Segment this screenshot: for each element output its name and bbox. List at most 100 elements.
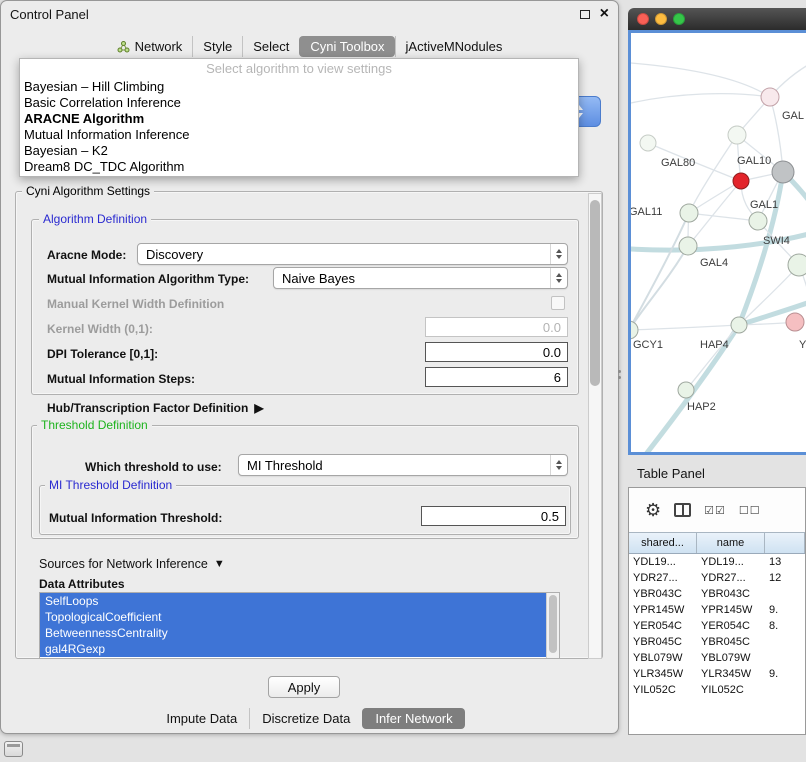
hub-section-toggle[interactable]: Hub/Transcription Factor Definition ▶ (47, 401, 264, 415)
dropdown-item[interactable]: Bayesian – K2 (20, 143, 578, 159)
network-canvas[interactable]: GAL GAL80 GAL10 GAL11 GAL1 SWI4 GAL4 GCY… (628, 30, 806, 455)
table-row[interactable]: YDR27... YDR27... 12 (629, 570, 805, 586)
network-window-titlebar[interactable] (628, 8, 806, 30)
dropdown-placeholder: Select algorithm to view settings (20, 59, 578, 79)
mi-algorithm-type-select[interactable]: Naive Bayes (273, 267, 568, 289)
node[interactable] (786, 313, 804, 331)
cell: YDL19... (629, 556, 697, 568)
tab-style[interactable]: Style (192, 36, 242, 57)
sources-section-toggle[interactable]: Sources for Network Inference ▼ (39, 557, 225, 571)
kernel-width-value: 0.0 (543, 320, 561, 335)
mi-threshold-field[interactable]: 0.5 (421, 506, 566, 526)
settings-scrollbar-thumb[interactable] (590, 200, 600, 386)
node-selected-red[interactable] (733, 173, 749, 189)
column-header-name[interactable]: name (697, 533, 765, 553)
select-all-columns-icon[interactable]: ☑☑ (704, 504, 726, 517)
node[interactable] (631, 321, 638, 339)
tab-network[interactable]: Network (107, 36, 193, 57)
table-row[interactable]: YBR043C YBR043C (629, 586, 805, 602)
edge (631, 94, 770, 103)
sources-label: Sources for Network Inference (39, 557, 208, 571)
table-row[interactable]: YLR345W YLR345W 9. (629, 666, 805, 682)
float-window-icon[interactable] (580, 10, 590, 19)
node[interactable] (640, 135, 656, 151)
cell: YLR345W (697, 668, 765, 680)
tab-impute-data[interactable]: Impute Data (154, 708, 249, 729)
node[interactable] (749, 212, 767, 230)
dpi-tolerance-field[interactable]: 0.0 (425, 342, 568, 362)
gear-icon[interactable]: ⚙ (645, 500, 661, 521)
node-label: GAL1 (750, 199, 778, 211)
tab-select[interactable]: Select (242, 36, 299, 57)
show-columns-icon[interactable] (674, 503, 691, 517)
which-threshold-select[interactable]: MI Threshold (238, 454, 568, 476)
node[interactable] (680, 204, 698, 222)
aracne-mode-select[interactable]: Discovery (137, 243, 568, 265)
dropdown-item-selected[interactable]: ARACNE Algorithm (20, 111, 578, 127)
data-attributes-list: SelfLoops TopologicalCoefficient Between… (39, 592, 560, 659)
cell: 9. (765, 668, 805, 680)
tab-cyni-toolbox[interactable]: Cyni Toolbox (299, 36, 394, 57)
cell: YLR345W (629, 668, 697, 680)
panel-divider-grip[interactable] (616, 367, 623, 381)
table-row[interactable]: YPR145W YPR145W 9. (629, 602, 805, 618)
minimize-traffic-light[interactable] (655, 13, 667, 25)
table-row[interactable]: YBR045C YBR045C (629, 634, 805, 650)
cell: YPR145W (629, 604, 697, 616)
close-traffic-light[interactable] (637, 13, 649, 25)
node-label: GAL11 (629, 206, 662, 218)
settings-group-title: Cyni Algorithm Settings (22, 185, 154, 198)
cell: 8. (765, 620, 805, 632)
settings-scrollbar[interactable] (588, 193, 602, 659)
node[interactable] (788, 254, 806, 276)
node[interactable] (772, 161, 794, 183)
column-header-extra[interactable] (765, 533, 805, 553)
window-title: Control Panel (10, 7, 580, 22)
tab-impute-data-label: Impute Data (166, 711, 237, 726)
node[interactable] (679, 237, 697, 255)
tab-discretize-data-label: Discretize Data (262, 711, 350, 726)
minimized-panel-icon[interactable] (4, 741, 23, 757)
zoom-traffic-light[interactable] (673, 13, 685, 25)
table-row[interactable]: YDL19... YDL19... 13 (629, 554, 805, 570)
node[interactable] (761, 88, 779, 106)
close-icon[interactable]: × (600, 7, 609, 21)
threshold-definition-title: Threshold Definition (37, 419, 152, 432)
network-icon (117, 41, 130, 53)
combo-arrows-icon (550, 244, 567, 264)
cell: YIL052C (697, 684, 765, 696)
apply-button[interactable]: Apply (268, 676, 340, 698)
edge (686, 325, 739, 390)
table-row[interactable]: YER054C YER054C 8. (629, 618, 805, 634)
edge (739, 172, 783, 325)
node-label: GAL (782, 110, 804, 122)
column-header-shared-name[interactable]: shared... (629, 533, 697, 553)
dropdown-item[interactable]: Mutual Information Inference (20, 127, 578, 143)
which-threshold-value: MI Threshold (247, 458, 323, 473)
attribute-item[interactable]: BetweennessCentrality (40, 625, 546, 641)
cell: YBR043C (629, 588, 697, 600)
cell: 9. (765, 604, 805, 616)
table-row[interactable]: YBL079W YBL079W (629, 650, 805, 666)
attribute-item[interactable]: gal4RGexp (40, 641, 546, 657)
node[interactable] (731, 317, 747, 333)
attribute-item[interactable]: SelfLoops (40, 593, 546, 609)
dropdown-item[interactable]: Dream8 DC_TDC Algorithm (20, 159, 578, 175)
node-label: Y (799, 339, 806, 351)
node-label: GAL4 (700, 257, 728, 269)
kernel-width-field[interactable]: 0.0 (425, 317, 568, 337)
unselect-all-columns-icon[interactable]: ☐☐ (739, 504, 761, 517)
tab-discretize-data[interactable]: Discretize Data (249, 708, 362, 729)
attribute-list-scrollbar[interactable] (546, 593, 559, 658)
node[interactable] (728, 126, 746, 144)
attribute-item[interactable]: TopologicalCoefficient (40, 609, 546, 625)
dropdown-item[interactable]: Bayesian – Hill Climbing (20, 79, 578, 95)
tab-infer-network[interactable]: Infer Network (362, 708, 464, 729)
mi-steps-field[interactable]: 6 (425, 367, 568, 387)
node[interactable] (678, 382, 694, 398)
tab-jactivemnodules-label: jActiveMNodules (406, 39, 503, 54)
dropdown-item[interactable]: Basic Correlation Inference (20, 95, 578, 111)
table-row[interactable]: YIL052C YIL052C (629, 682, 805, 698)
tab-jactivemnodules[interactable]: jActiveMNodules (395, 36, 513, 57)
manual-kernel-checkbox[interactable] (551, 296, 565, 310)
